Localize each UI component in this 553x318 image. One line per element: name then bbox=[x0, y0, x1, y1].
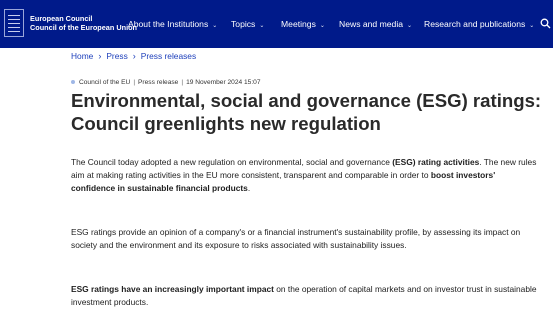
breadcrumb-home[interactable]: Home bbox=[71, 51, 93, 61]
nav-item-about[interactable]: About the Institutions ⌄ bbox=[128, 19, 217, 29]
meta-type: Press release bbox=[138, 79, 179, 86]
page-title: Environmental, social and governance (ES… bbox=[71, 90, 542, 134]
paragraph-definition: ESG ratings provide an opinion of a comp… bbox=[71, 227, 521, 250]
chevron-down-icon: ⌄ bbox=[259, 23, 265, 29]
meta-divider: | bbox=[181, 79, 184, 86]
meta-source: Council of the EU bbox=[79, 79, 131, 86]
bold-run: (ESG) rating activities bbox=[392, 157, 480, 167]
nav-item-label: About the Institutions bbox=[128, 19, 209, 29]
search-icon[interactable] bbox=[540, 18, 551, 29]
nav-item-label: Research and publications bbox=[424, 19, 526, 29]
nav-item-label: News and media bbox=[339, 19, 404, 29]
chevron-down-icon: ⌄ bbox=[319, 23, 325, 29]
nav-item-meetings[interactable]: Meetings ⌄ bbox=[281, 19, 325, 29]
chevron-right-icon: › bbox=[132, 51, 136, 61]
eu-flag-icon[interactable] bbox=[4, 9, 24, 37]
text-run: . bbox=[247, 183, 251, 193]
meta-divider: | bbox=[133, 79, 136, 86]
nav-item-news-media[interactable]: News and media ⌄ bbox=[339, 19, 412, 29]
breadcrumb: Home › Press › Press releases bbox=[71, 51, 196, 61]
breadcrumb-press[interactable]: Press bbox=[106, 51, 127, 61]
nav-item-label: Meetings bbox=[281, 19, 316, 29]
paragraph-impact: ESG ratings have an increasingly importa… bbox=[71, 283, 541, 309]
paragraph-intro: The Council today adopted a new regulati… bbox=[71, 156, 541, 195]
top-navigation-bar: European Council Council of the European… bbox=[0, 0, 553, 48]
nav-item-label: Topics bbox=[231, 19, 256, 29]
chevron-right-icon: › bbox=[98, 51, 102, 61]
breadcrumb-press-releases[interactable]: Press releases bbox=[141, 51, 196, 61]
brand-line-1: European Council bbox=[30, 14, 93, 23]
chevron-down-icon: ⌄ bbox=[407, 23, 413, 29]
nav-item-topics[interactable]: Topics ⌄ bbox=[231, 19, 264, 29]
site-brand[interactable]: European Council Council of the European… bbox=[30, 14, 137, 32]
chevron-down-icon: ⌄ bbox=[529, 23, 535, 29]
meta-date: 19 November 2024 15:07 bbox=[186, 79, 261, 86]
text-run: The Council today adopted a new regulati… bbox=[71, 157, 393, 167]
brand-line-2: Council of the European Union bbox=[30, 23, 138, 32]
chevron-down-icon: ⌄ bbox=[212, 23, 218, 29]
nav-item-research-publications[interactable]: Research and publications ⌄ bbox=[424, 19, 534, 29]
council-dot-icon bbox=[71, 80, 75, 85]
article-meta: Council of the EU | Press release | 19 Novem… bbox=[71, 79, 261, 86]
bold-run: ESG ratings have an increasingly importa… bbox=[71, 284, 274, 294]
